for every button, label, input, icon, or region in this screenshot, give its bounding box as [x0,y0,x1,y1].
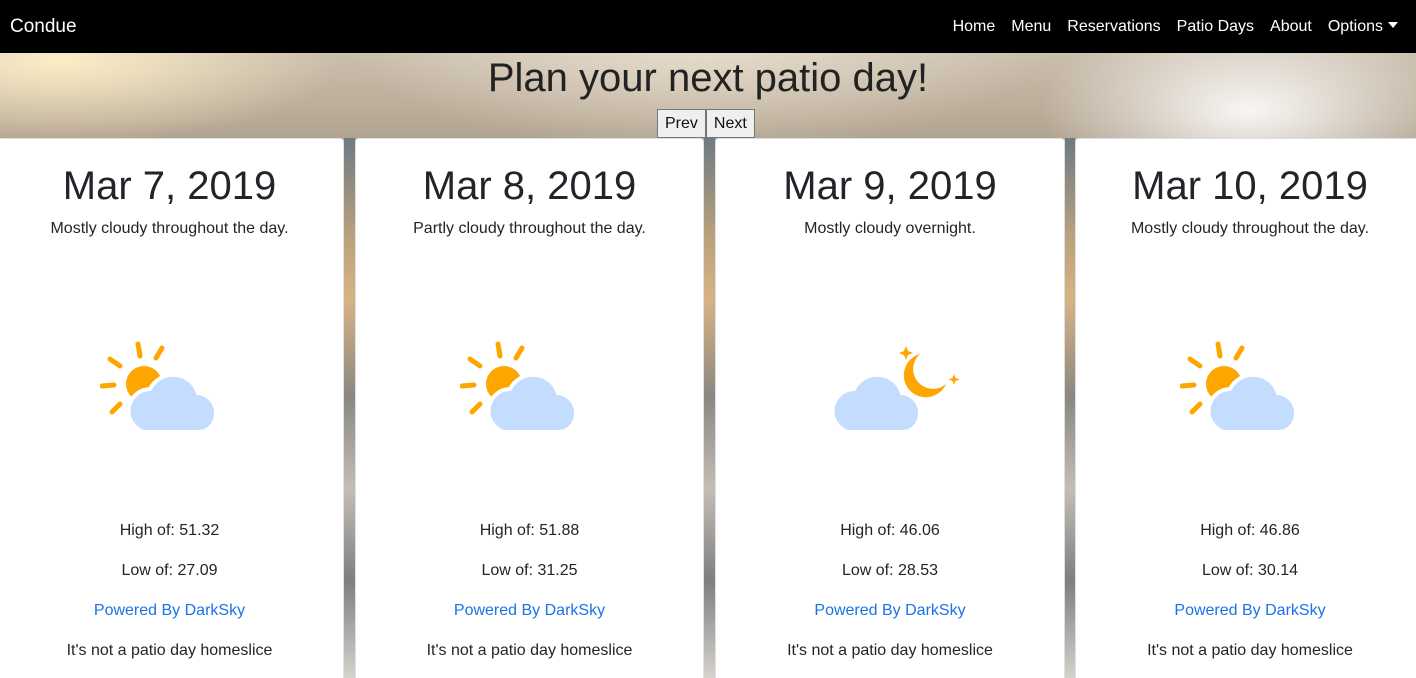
high-temp: High of: 46.86 [1200,522,1300,539]
brand-link[interactable]: Condue [10,16,77,38]
patio-verdict: It's not a patio day homeslice [426,642,633,659]
forecast-summary: Mostly cloudy throughout the day. [1130,220,1370,237]
forecast-date: Mar 10, 2019 [1132,164,1368,208]
nav-home-link[interactable]: Home [945,18,1004,36]
patio-verdict: It's not a patio day homeslice [66,642,273,659]
options-dropdown[interactable]: Options [1320,18,1406,36]
nav-links: Home Menu Reservations Patio Days About … [945,18,1406,36]
low-temp: Low of: 30.14 [1201,562,1299,579]
forecast-cards: Mar 7, 2019 Mostly cloudy throughout the… [0,138,1416,678]
partly-cloudy-day-icon [356,334,703,454]
powered-by-darksky-link[interactable]: Powered By DarkSky [1076,602,1416,620]
partly-cloudy-day-icon [1076,334,1416,454]
page-title: Plan your next patio day! [487,56,929,100]
pager: Prev Next [657,109,755,138]
nav-menu-link[interactable]: Menu [1003,18,1059,36]
forecast-date: Mar 9, 2019 [783,164,997,208]
forecast-summary: Partly cloudy throughout the day. [413,220,646,237]
powered-by-darksky-link[interactable]: Powered By DarkSky [0,602,343,620]
nav-about-link[interactable]: About [1262,18,1320,36]
next-button[interactable]: Next [705,109,755,138]
high-temp: High of: 46.06 [840,522,940,539]
nav-reservations-link[interactable]: Reservations [1059,18,1168,36]
powered-by-darksky-link[interactable]: Powered By DarkSky [356,602,703,620]
forecast-date: Mar 8, 2019 [422,164,637,208]
forecast-card: Mar 8, 2019 Partly cloudy throughout the… [355,138,704,678]
partly-cloudy-night-icon [716,334,1064,454]
low-temp: Low of: 28.53 [841,562,939,579]
prev-button[interactable]: Prev [657,109,706,138]
forecast-card: Mar 7, 2019 Mostly cloudy throughout the… [0,138,344,678]
patio-verdict: It's not a patio day homeslice [787,642,993,659]
low-temp: Low of: 31.25 [481,562,578,579]
high-temp: High of: 51.88 [479,522,580,539]
forecast-summary: Mostly cloudy throughout the day. [50,220,289,237]
high-temp: High of: 51.32 [119,522,220,539]
nav-patio-days-link[interactable]: Patio Days [1169,18,1262,36]
navbar: Condue Home Menu Reservations Patio Days… [0,0,1416,53]
partly-cloudy-day-icon [0,334,343,454]
powered-by-darksky-link[interactable]: Powered By DarkSky [716,602,1064,620]
forecast-card: Mar 9, 2019 Mostly cloudy overnight. Hig… [715,138,1065,678]
patio-verdict: It's not a patio day homeslice [1147,642,1353,659]
forecast-summary: Mostly cloudy overnight. [804,220,976,237]
forecast-date: Mar 7, 2019 [62,164,277,208]
low-temp: Low of: 27.09 [121,562,218,579]
forecast-card: Mar 10, 2019 Mostly cloudy throughout th… [1075,138,1416,678]
